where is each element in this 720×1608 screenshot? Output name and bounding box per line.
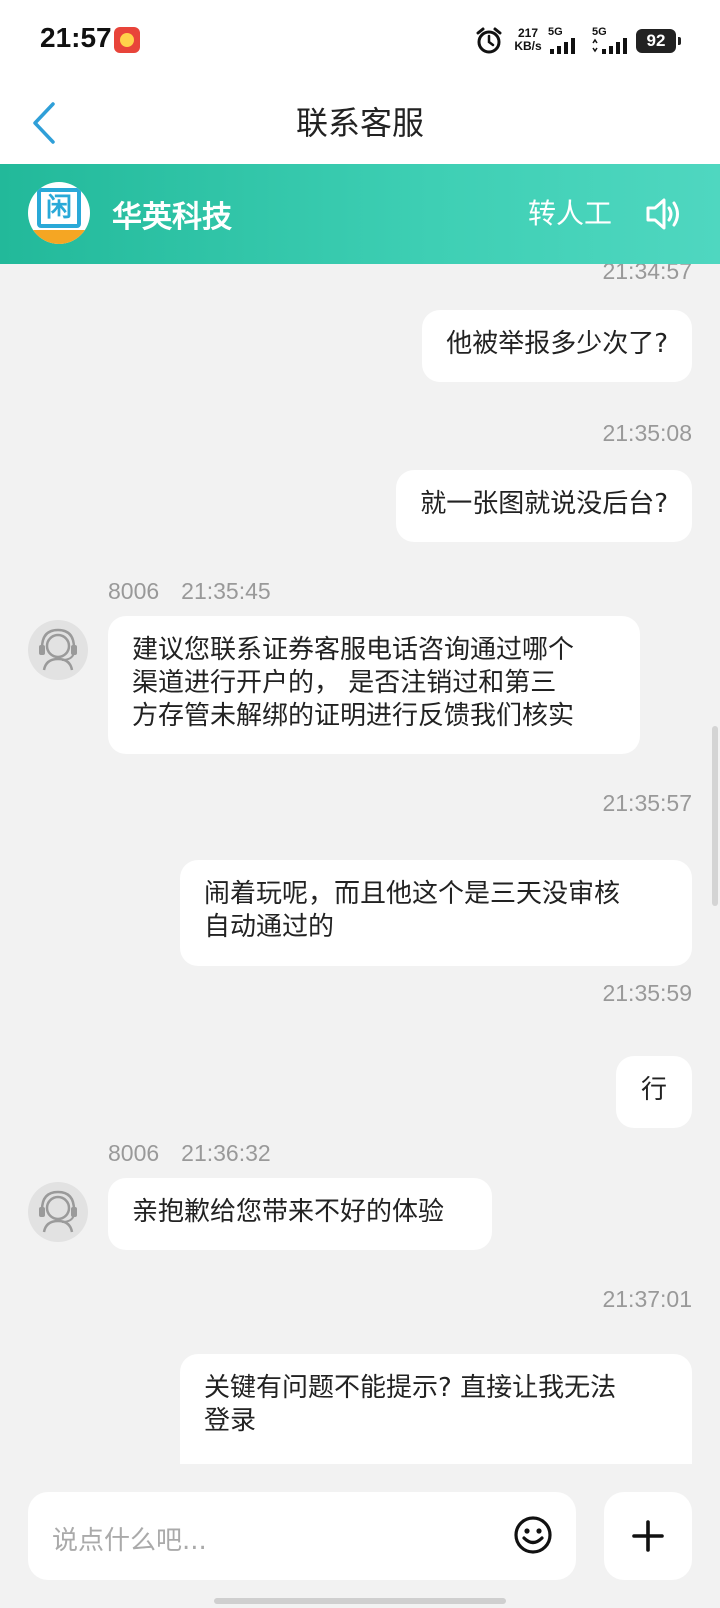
speaker-icon[interactable] bbox=[644, 194, 684, 234]
message-timestamp: 21:36:32 bbox=[181, 1140, 271, 1166]
home-indicator[interactable] bbox=[214, 1598, 506, 1604]
alarm-icon bbox=[476, 27, 502, 54]
message-text: 亲抱歉给您带来不好的体验 bbox=[132, 1197, 445, 1227]
chat-scrollbar[interactable] bbox=[712, 726, 718, 906]
message-meta: 8006 21:36:32 bbox=[108, 1140, 271, 1167]
navigation-bar: 联系客服 bbox=[0, 84, 720, 164]
outgoing-message-bubble[interactable]: 就一张图就说没后台? bbox=[396, 470, 692, 542]
transfer-to-human-button[interactable]: 转人工 bbox=[528, 192, 612, 232]
agent-header: 闲 华英科技 转人工 bbox=[0, 164, 720, 264]
outgoing-message-bubble[interactable]: 行 bbox=[616, 1056, 692, 1128]
message-text-line: 登录 bbox=[204, 1406, 257, 1436]
input-bar: 说点什么吧... bbox=[0, 1464, 720, 1608]
emoji-icon[interactable] bbox=[512, 1514, 554, 1556]
company-logo-band bbox=[28, 230, 90, 244]
status-time: 21:57 bbox=[40, 22, 112, 53]
sender-id: 8006 bbox=[108, 1140, 160, 1166]
signal-1-label: 5G bbox=[548, 26, 563, 38]
more-actions-button[interactable] bbox=[604, 1492, 692, 1580]
message-text: 就一张图就说没后台? bbox=[420, 489, 668, 519]
status-bar: 21:57 217 KB/s 5G 5G 92 bbox=[0, 0, 720, 84]
signal-2-label: 5G bbox=[592, 26, 607, 38]
message-text-line: 渠道进行开户的， 是否注销过和第三 bbox=[132, 668, 557, 698]
network-speed-unit: KB/s bbox=[514, 39, 542, 53]
customer-service-agent-icon bbox=[39, 628, 77, 671]
message-text: 行 bbox=[640, 1075, 667, 1105]
message-text-line: 闹着玩呢，而且他这个是三天没审核 bbox=[204, 879, 621, 909]
message-text-line: 自动通过的 bbox=[204, 912, 335, 942]
signal-strength-2: 5G bbox=[592, 26, 632, 56]
plus-icon bbox=[632, 1520, 664, 1552]
sender-id: 8006 bbox=[108, 578, 160, 604]
company-logo-mark: 闲 bbox=[37, 188, 81, 228]
message-text-line: 关键有问题不能提示? 直接让我无法 bbox=[204, 1373, 617, 1403]
agent-avatar[interactable] bbox=[28, 1182, 88, 1242]
agent-avatar[interactable] bbox=[28, 620, 88, 680]
notification-app-icon bbox=[114, 27, 140, 53]
message-meta: 8006 21:35:45 bbox=[108, 578, 271, 605]
message-timestamp: 21:34:57 bbox=[602, 264, 692, 284]
message-text-line: 建议您联系证券客服电话咨询通过哪个 bbox=[132, 635, 575, 665]
message-timestamp: 21:35:59 bbox=[602, 980, 692, 1006]
message-text-line: 方存管未解绑的证明进行反馈我们核实 bbox=[132, 701, 575, 731]
agent-company-name: 华英科技 bbox=[112, 200, 232, 235]
page-title: 联系客服 bbox=[295, 104, 424, 142]
signal-bars-1-icon bbox=[550, 38, 575, 54]
message-text: 他被举报多少次了? bbox=[446, 329, 668, 359]
message-timestamp: 21:35:08 bbox=[602, 420, 692, 446]
chat-message-list[interactable]: 21:34:57 他被举报多少次了? 21:35:08 就一张图就说没后台? 8… bbox=[0, 264, 720, 1464]
customer-service-agent-icon bbox=[39, 1190, 77, 1233]
signal-bars-2-icon bbox=[592, 38, 627, 54]
incoming-message-bubble[interactable]: 亲抱歉给您带来不好的体验 bbox=[108, 1178, 492, 1250]
signal-strength-1: 5G bbox=[548, 26, 578, 56]
incoming-message-bubble[interactable]: 建议您联系证券客服电话咨询通过哪个 渠道进行开户的， 是否注销过和第三 方存管未… bbox=[108, 616, 640, 754]
outgoing-message-bubble[interactable]: 闹着玩呢，而且他这个是三天没审核 自动通过的 bbox=[180, 860, 692, 966]
message-input[interactable]: 说点什么吧... bbox=[28, 1492, 576, 1580]
outgoing-message-bubble[interactable]: 关键有问题不能提示? 直接让我无法 登录 bbox=[180, 1354, 692, 1464]
message-timestamp: 21:37:01 bbox=[602, 1286, 692, 1312]
company-logo: 闲 bbox=[28, 182, 90, 244]
battery-indicator: 92 bbox=[636, 29, 681, 53]
network-speed: 217 KB/s bbox=[510, 27, 546, 53]
message-timestamp: 21:35:57 bbox=[602, 790, 692, 816]
message-timestamp: 21:35:45 bbox=[181, 578, 271, 604]
message-input-placeholder: 说点什么吧... bbox=[52, 1526, 207, 1556]
outgoing-message-bubble[interactable]: 他被举报多少次了? bbox=[422, 310, 692, 382]
